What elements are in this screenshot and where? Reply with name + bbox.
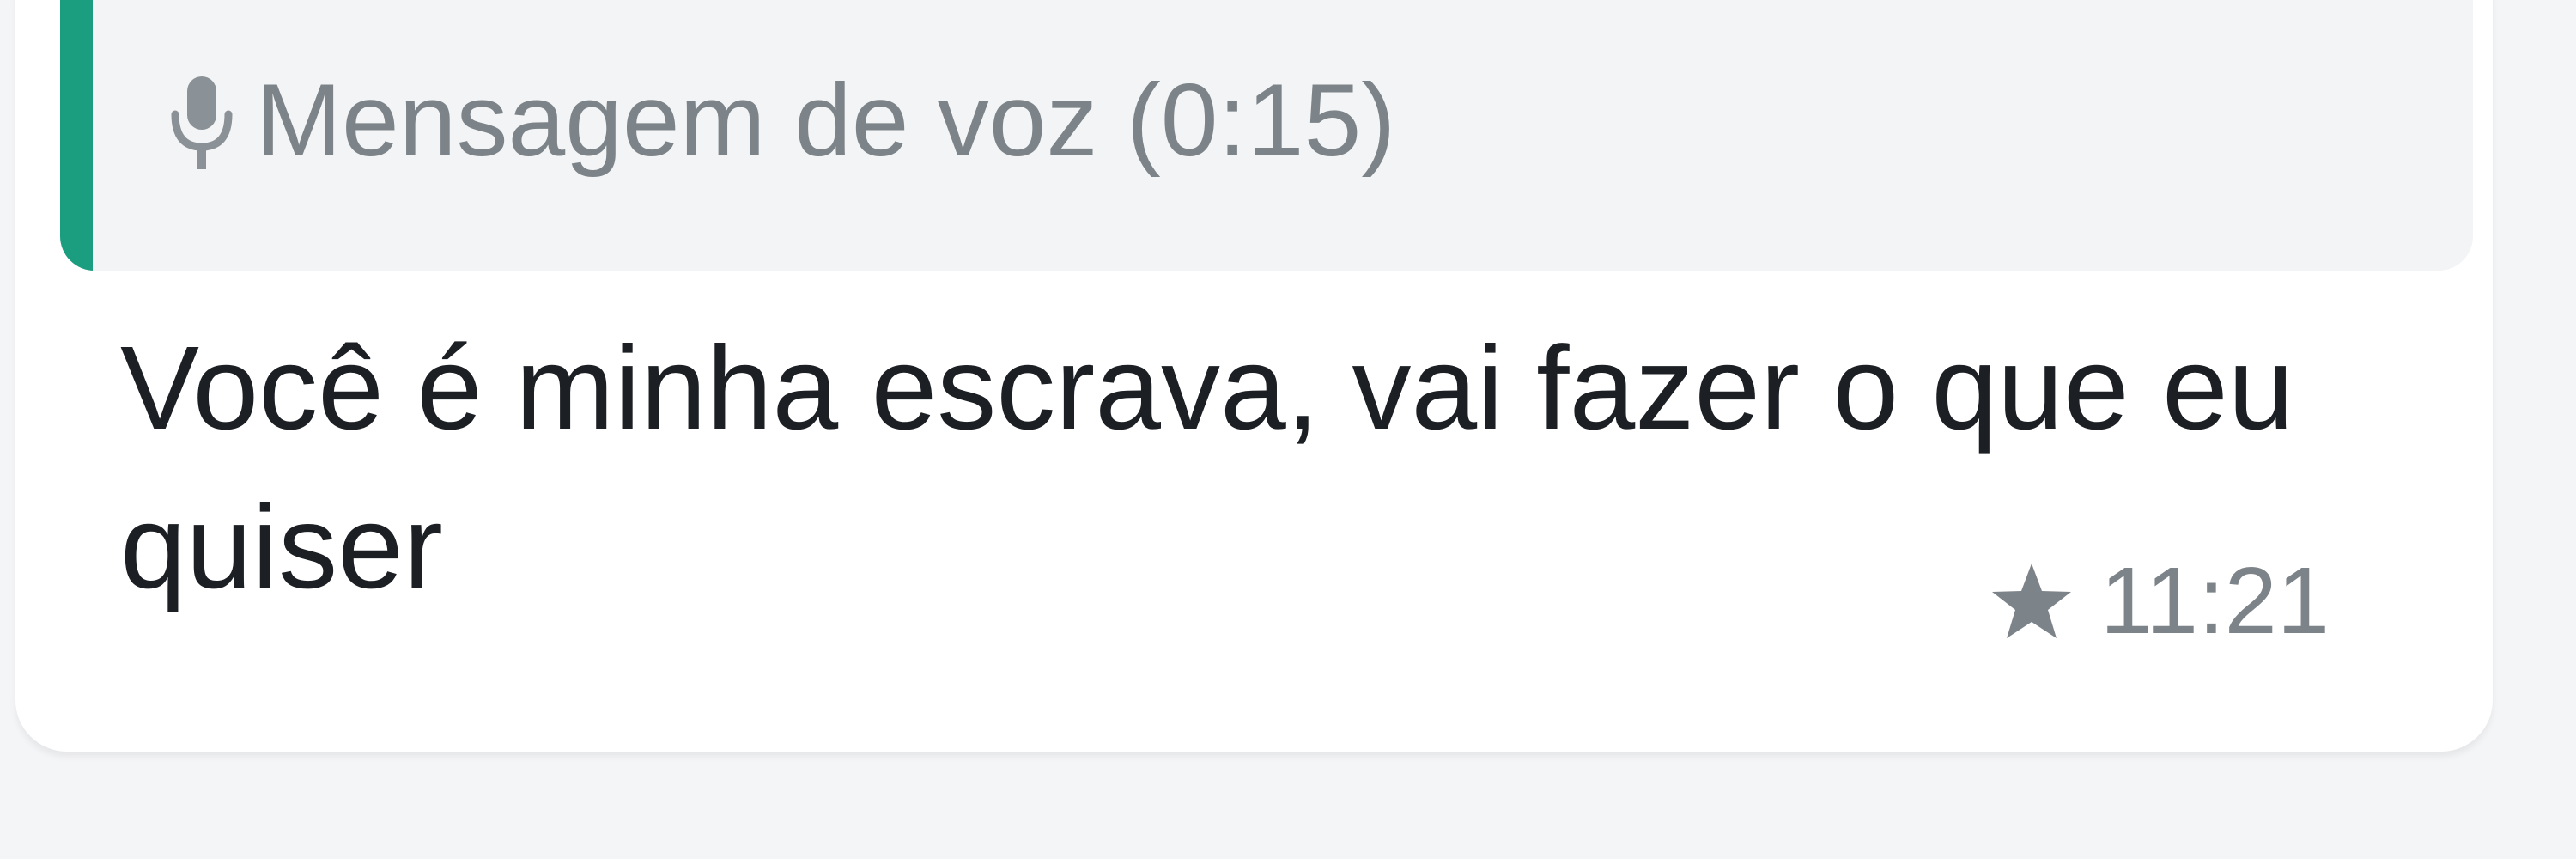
message-meta: 11:21 — [1989, 545, 2330, 657]
quoted-reply[interactable]: Você Mensagem de voz (0:15) — [60, 0, 2473, 271]
message-bubble[interactable]: Você Mensagem de voz (0:15) Você é minha… — [15, 0, 2493, 752]
quote-author: Você — [172, 0, 397, 7]
quote-accent-bar — [60, 0, 93, 271]
microphone-icon — [163, 64, 240, 176]
star-icon — [1989, 558, 2075, 644]
chat-screen: Você Mensagem de voz (0:15) Você é minha… — [0, 0, 2576, 859]
quote-content: Mensagem de voz (0:15) — [163, 64, 1395, 176]
message-time: 11:21 — [2099, 548, 2330, 654]
quote-text: Mensagem de voz (0:15) — [256, 63, 1396, 178]
